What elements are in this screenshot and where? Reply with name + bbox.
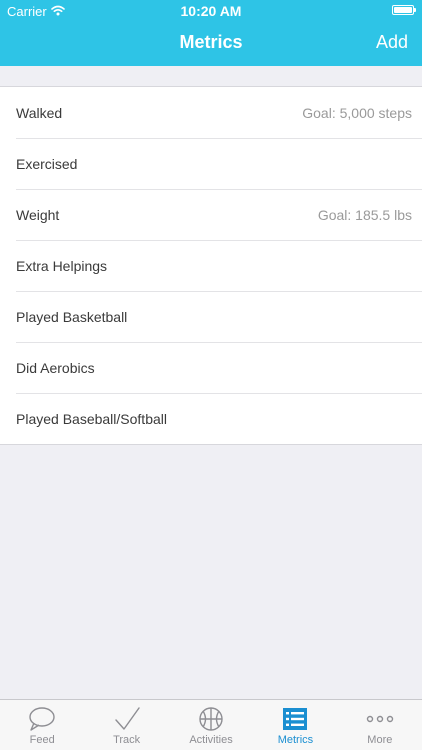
metric-row[interactable]: Exercised [0,138,422,189]
tab-label: Feed [29,734,55,746]
tab-metrics[interactable]: Metrics [253,700,337,750]
metric-row[interactable]: Played Basketball [0,291,422,342]
tab-activities[interactable]: Activities [169,700,253,750]
tab-label: Metrics [277,734,314,746]
tab-feed[interactable]: Feed [0,700,84,750]
more-dots-icon [366,706,394,732]
battery-icon [392,5,416,15]
metric-label: Extra Helpings [16,257,108,274]
metric-row[interactable]: Played Baseball/Softball [0,393,422,444]
metric-label: Played Basketball [16,308,128,325]
metric-label: Weight [16,206,60,223]
metric-row[interactable]: Extra Helpings [0,240,422,291]
tab-more[interactable]: More [338,700,422,750]
metric-row[interactable]: Did Aerobics [0,342,422,393]
metric-row[interactable]: Walked Goal: 5,000 steps [0,87,422,138]
status-bar: Carrier 10:20 AM [0,0,422,22]
basketball-icon [197,706,225,732]
battery-level [394,7,412,13]
metric-row[interactable]: Weight Goal: 185.5 lbs [0,189,422,240]
tab-label: Activities [189,734,233,746]
status-time: 10:20 AM [180,3,242,19]
tab-track[interactable]: Track [84,700,168,750]
checkmark-icon [113,706,141,732]
metrics-list: Walked Goal: 5,000 steps Exercised Weight Go… [0,86,422,445]
metric-goal: Goal: 185.5 lbs [317,206,412,223]
tab-label: More [367,734,393,746]
metric-goal: Goal: 5,000 steps [302,104,412,121]
tab-label: Track [113,734,141,746]
speech-bubble-icon [28,706,56,732]
header-bar: Carrier 10:20 AM Metrics Add [0,0,422,66]
metric-label: Exercised [16,155,78,172]
metric-label: Walked [16,104,63,121]
tab-bar: Feed Track Activities Metrics More [0,699,422,750]
add-button[interactable]: Add [376,32,408,53]
metric-label: Did Aerobics [16,359,95,376]
list-icon [281,706,309,732]
metric-label: Played Baseball/Softball [16,410,167,427]
page-title: Metrics [179,32,243,52]
